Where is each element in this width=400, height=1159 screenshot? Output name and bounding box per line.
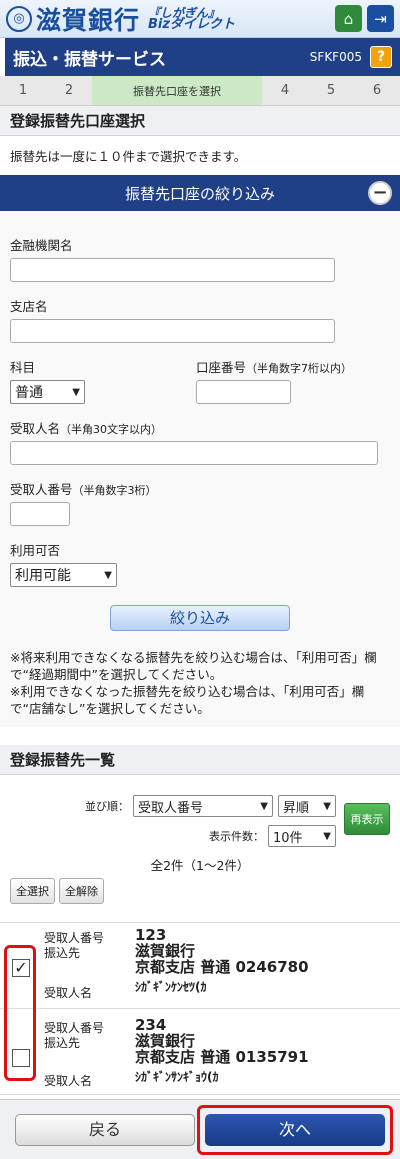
home-button[interactable]: ⌂ [335,5,362,32]
selection-buttons: 全選択 全解除 [0,874,400,904]
footer-bar: 戻る 次へ [0,1099,400,1159]
availability-label: 利用可否 [10,543,61,558]
filter-button[interactable]: 絞り込み [110,605,290,631]
deselect-all-button[interactable]: 全解除 [59,878,104,904]
page-title: 振込・振替サービス [13,49,166,70]
recipient-branch-account: 京都支店 普通 0135791 [135,1048,309,1066]
chevron-down-icon: ▼ [72,386,80,398]
branch-input[interactable] [10,319,335,343]
recipient-name: ｼｶﾞｷﾞﾝｻﾝｷﾞｮｳ(ｶ [135,1070,219,1084]
recipient-name-input[interactable] [10,441,378,465]
availability-select[interactable]: 利用可能 ▼ [10,563,117,587]
bank-name: 滋賀銀行 [36,5,141,35]
step-2: 2 [64,83,74,98]
chevron-down-icon: ▼ [104,569,112,581]
list-item[interactable]: 受取人番号 振込先 受取人名 234 滋賀銀行 京都支店 普通 0135791 … [0,1009,400,1095]
sort-label: 並び順： [85,800,129,813]
step-6: 6 [372,83,382,98]
subject-select[interactable]: 普通 ▼ [10,380,85,404]
display-count-select[interactable]: 10件 ▼ [268,825,336,847]
order-select[interactable]: 昇順 ▼ [278,795,336,817]
subject-label: 科目 [10,360,36,375]
selection-note: 振替先は一度に１０件まで選択できます。 [10,149,247,164]
recipient-list: ✓ 受取人番号 振込先 受取人名 123 滋賀銀行 京都支店 普通 024678… [0,922,400,1095]
brand-logo: 『しがぎん』 Bizダイレクト [148,5,235,32]
sort-controls: 並び順： 受取人番号 ▼ 昇順 ▼ [0,795,400,817]
filter-warning: ※将来利用できなくなる振替先を絞り込む場合は、「利用可否」欄で“経過期間中”を選… [10,650,377,716]
account-number-label: 口座番号（半角数字7桁以内） [196,360,353,375]
field-label-dest: 振込先 [44,1036,81,1050]
sort-select[interactable]: 受取人番号 ▼ [133,795,273,817]
account-number-input[interactable] [196,380,291,404]
recipient-branch-account: 京都支店 普通 0246780 [135,958,309,976]
screen-code: SFKF005 [309,50,362,64]
refresh-button[interactable]: 再表示 [344,803,390,835]
filter-form: 金融機関名 支店名 科目 普通 ▼ 口座番号（半角数字7桁以内） 受取人名（半角3… [0,211,400,727]
logout-button[interactable]: ⇥ [367,5,394,32]
recipient-number: 123 [135,926,167,944]
select-all-button[interactable]: 全選択 [10,878,55,904]
recipient-number-label: 受取人番号（半角数字3桁） [10,482,157,497]
bank-name-input[interactable] [10,258,335,282]
field-label-name: 受取人名 [44,986,93,1000]
field-label-name: 受取人名 [44,1074,93,1088]
filter-header[interactable]: 振替先口座の絞り込み − [0,175,400,211]
next-button-highlight [197,1105,393,1155]
app-header: ◎ 滋賀銀行 『しがぎん』 Bizダイレクト ⌂ ⇥ [0,0,400,38]
step-5: 5 [326,83,336,98]
recipient-bank: 滋賀銀行 [135,1032,196,1050]
recipient-number-input[interactable] [10,502,70,526]
progress-steps: 1 2 振替先口座を選択 4 5 6 [0,76,400,106]
step-1: 1 [18,83,28,98]
step-4: 4 [280,83,290,98]
logout-icon: ⇥ [374,9,387,28]
recipient-number: 234 [135,1016,167,1034]
chevron-down-icon: ▼ [323,830,331,842]
display-count-controls: 表示件数： 10件 ▼ [209,825,336,847]
recipient-name: ｼｶﾞｷﾞﾝｹﾝｾﾂ(ｶ [135,980,207,994]
home-icon: ⌂ [343,9,354,28]
field-label-dest: 振込先 [44,946,81,960]
chevron-down-icon: ▼ [260,800,268,812]
step-3-current: 振替先口座を選択 [92,76,262,105]
branch-label: 支店名 [10,299,48,314]
checkbox-highlight [4,945,36,1081]
filter-title: 振替先口座の絞り込み [124,184,275,203]
recipient-bank: 滋賀銀行 [135,942,196,960]
list-item[interactable]: ✓ 受取人番号 振込先 受取人名 123 滋賀銀行 京都支店 普通 024678… [0,923,400,1009]
display-count-label: 表示件数： [209,830,264,843]
bank-name-label: 金融機関名 [10,238,73,253]
bank-logo-icon: ◎ [6,5,32,32]
collapse-toggle-icon[interactable]: − [368,181,392,205]
chevron-down-icon: ▼ [323,800,331,812]
back-button[interactable]: 戻る [15,1114,195,1146]
recipient-name-label: 受取人名（半角30文字以内） [10,421,163,436]
list-title: 登録振替先一覧 [0,745,400,775]
section-title: 登録振替先口座選択 [0,106,400,136]
page-title-bar: 振込・振替サービス SFKF005 ? [0,38,400,76]
help-button[interactable]: ? [370,46,392,68]
